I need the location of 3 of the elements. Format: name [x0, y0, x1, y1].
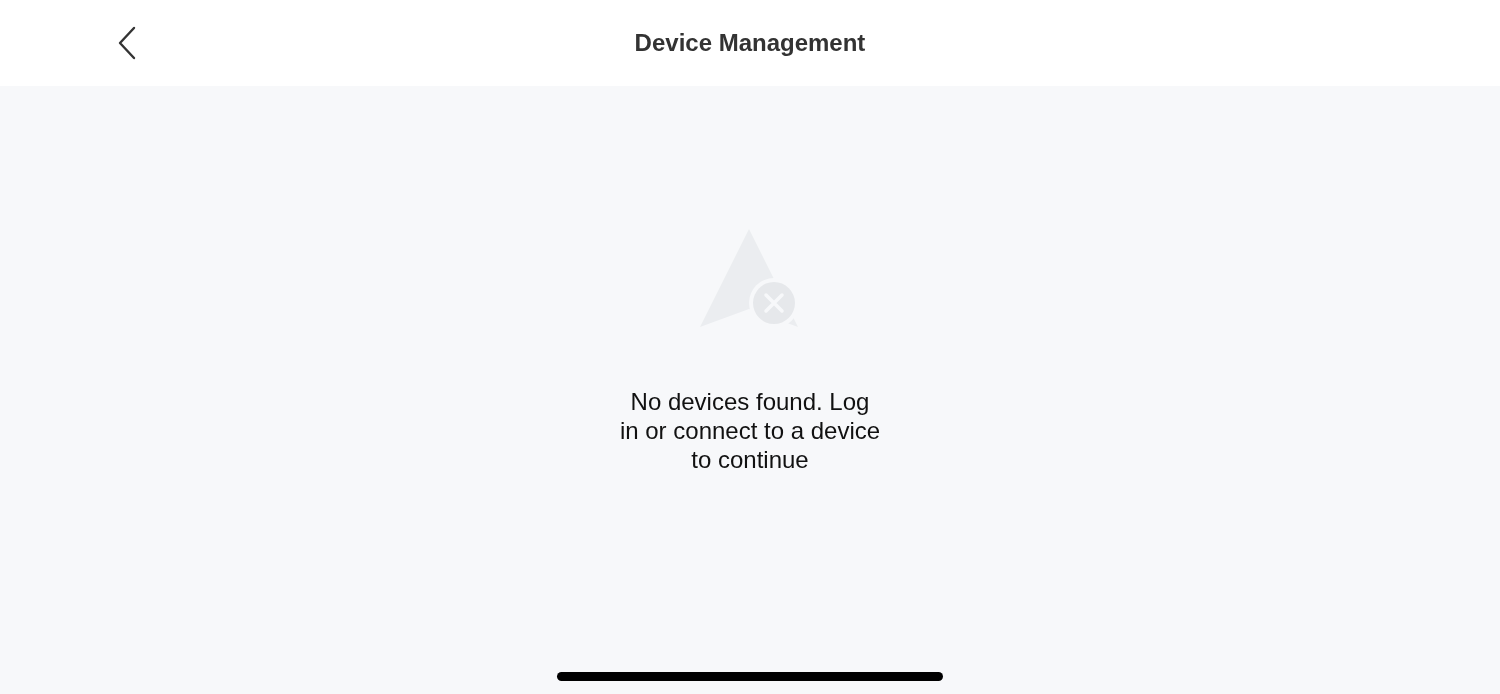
page-title: Device Management — [634, 29, 866, 57]
back-icon — [117, 26, 137, 60]
empty-message: No devices found. Log in or connect to a device to continue — [619, 387, 881, 474]
